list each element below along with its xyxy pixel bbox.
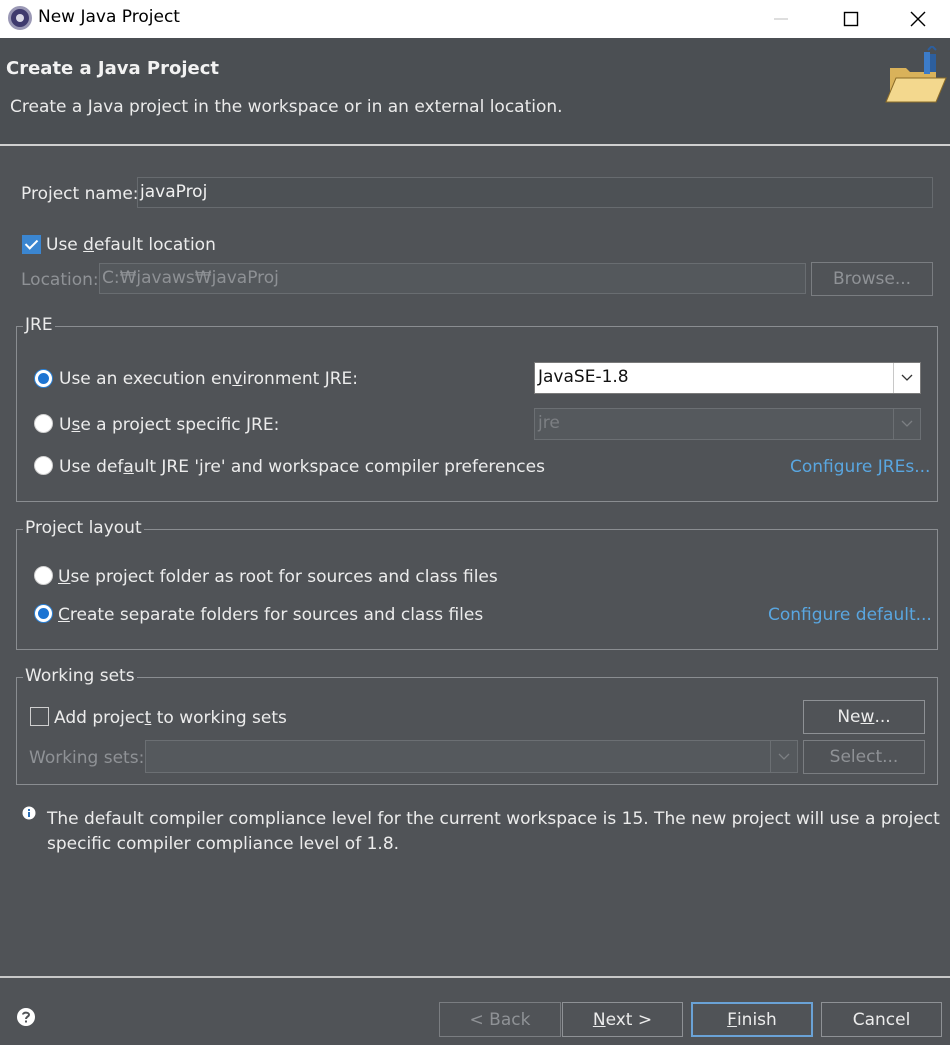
maximize-button[interactable] bbox=[816, 0, 886, 38]
title-bar: New Java Project bbox=[0, 0, 950, 38]
layout-project-root-label[interactable]: Use project folder as root for sources a… bbox=[58, 567, 498, 587]
finish-button[interactable]: Finish bbox=[691, 1002, 813, 1037]
jre-project-specific-radio[interactable] bbox=[34, 414, 53, 433]
chevron-down-icon bbox=[770, 741, 797, 772]
add-to-working-sets-label[interactable]: Add project to working sets bbox=[54, 708, 287, 728]
layout-project-root-radio[interactable] bbox=[34, 566, 53, 585]
execution-env-value: JavaSE-1.8 bbox=[538, 367, 629, 387]
execution-env-select[interactable]: JavaSE-1.8 bbox=[534, 362, 921, 394]
new-working-set-button[interactable]: Ne w... bbox=[803, 700, 925, 734]
add-to-working-sets-checkbox[interactable] bbox=[30, 707, 49, 726]
project-name-label: Project name: bbox=[21, 184, 139, 204]
jre-default-label[interactable]: Use default JRE 'jre' and workspace comp… bbox=[59, 457, 545, 477]
chevron-down-icon bbox=[893, 363, 920, 393]
project-specific-jre-value: jre bbox=[538, 413, 560, 433]
new-java-project-folder-icon bbox=[885, 46, 947, 103]
maximize-icon bbox=[843, 11, 859, 27]
info-icon bbox=[22, 806, 36, 820]
next-button[interactable]: Next > bbox=[562, 1002, 683, 1037]
project-layout-group: Project layout bbox=[16, 518, 938, 650]
help-icon[interactable] bbox=[16, 1007, 36, 1027]
use-default-location-checkbox[interactable] bbox=[22, 235, 41, 254]
select-working-sets-button: Select... bbox=[803, 740, 925, 774]
working-sets-label: Working sets: bbox=[29, 748, 145, 768]
working-sets-select bbox=[145, 740, 798, 773]
close-button[interactable] bbox=[886, 0, 950, 38]
project-name-value: javaProj bbox=[140, 182, 208, 202]
window-title: New Java Project bbox=[38, 7, 180, 27]
wizard-title: Create a Java Project bbox=[6, 58, 220, 79]
jre-project-specific-label[interactable]: Use a project specific JRE: bbox=[59, 415, 279, 435]
jre-execution-env-radio[interactable] bbox=[34, 369, 53, 388]
use-default-location-label[interactable]: Use default location bbox=[46, 235, 216, 255]
wizard-header: Create a Java Project Create a Java proj… bbox=[0, 38, 950, 144]
location-value: C:₩javaws₩javaProj bbox=[102, 268, 279, 288]
info-message-line1: The default compiler compliance level fo… bbox=[47, 809, 940, 829]
close-icon bbox=[910, 11, 926, 27]
chevron-down-icon bbox=[893, 409, 920, 439]
jre-execution-env-label[interactable]: Use an execution environment JRE: bbox=[59, 369, 358, 389]
browse-button: Browse... bbox=[811, 262, 933, 296]
working-sets-group-title: Working sets bbox=[23, 666, 137, 686]
minimize-icon bbox=[774, 18, 788, 20]
project-layout-group-title: Project layout bbox=[23, 518, 144, 538]
header-separator bbox=[0, 144, 950, 146]
layout-separate-folders-radio[interactable] bbox=[34, 604, 53, 623]
jre-default-radio[interactable] bbox=[34, 456, 53, 475]
configure-default-link[interactable]: Configure default... bbox=[768, 605, 932, 625]
location-label: Location: bbox=[21, 270, 99, 290]
layout-separate-folders-label[interactable]: Create separate folders for sources and … bbox=[58, 605, 483, 625]
wizard-description: Create a Java project in the workspace o… bbox=[10, 97, 563, 117]
cancel-button[interactable]: Cancel bbox=[821, 1002, 942, 1037]
project-name-input[interactable]: javaProj bbox=[137, 177, 933, 208]
back-button: < Back bbox=[439, 1002, 561, 1037]
eclipse-app-icon bbox=[8, 6, 32, 30]
info-message-line2: specific compiler compliance level of 1.… bbox=[47, 834, 400, 854]
location-input: C:₩javaws₩javaProj bbox=[99, 263, 806, 294]
configure-jres-link[interactable]: Configure JREs... bbox=[790, 457, 930, 477]
footer-separator bbox=[0, 976, 950, 978]
jre-group-title: JRE bbox=[23, 315, 55, 335]
minimize-button[interactable] bbox=[746, 0, 816, 38]
project-specific-jre-select: jre bbox=[534, 408, 921, 440]
